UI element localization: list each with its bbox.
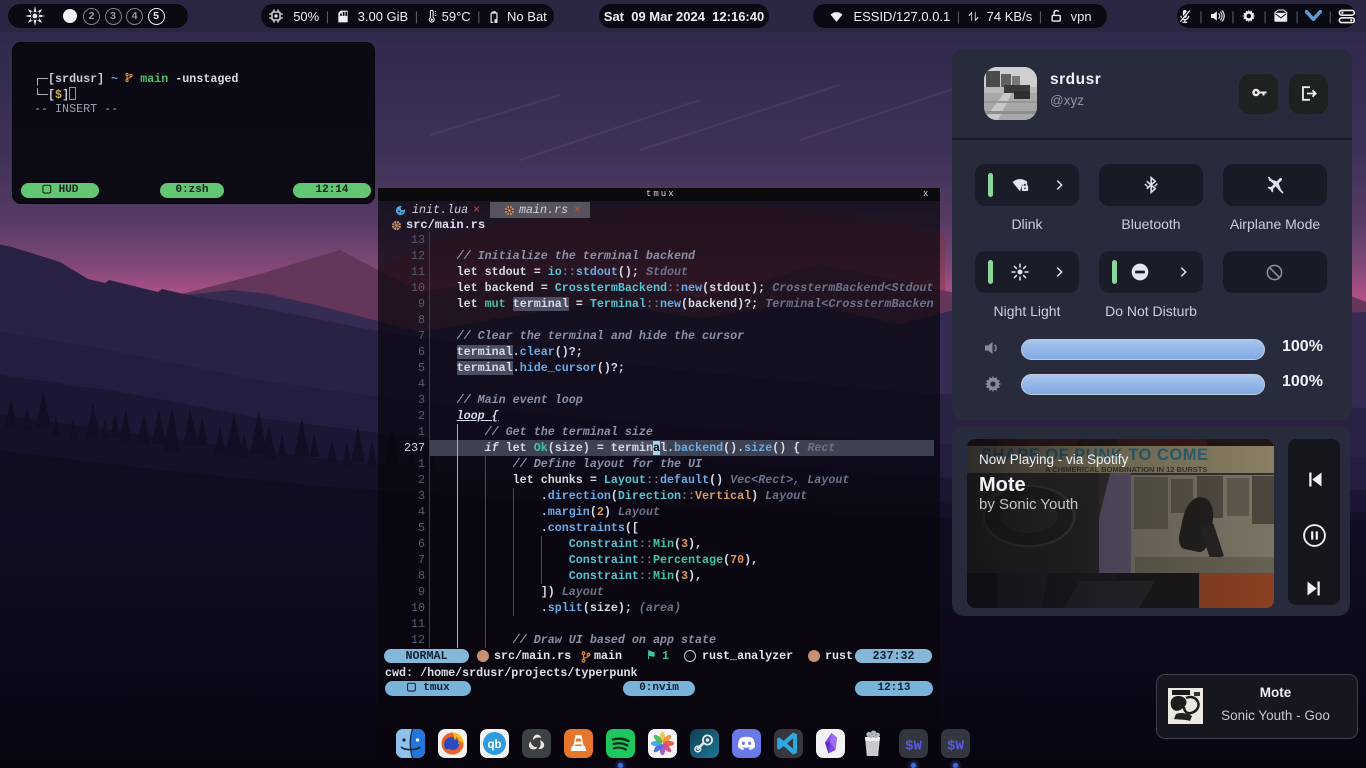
svg-text:$W: $W xyxy=(905,739,922,755)
svg-text:qb: qb xyxy=(487,739,501,751)
svg-text:$W: $W xyxy=(947,739,964,755)
